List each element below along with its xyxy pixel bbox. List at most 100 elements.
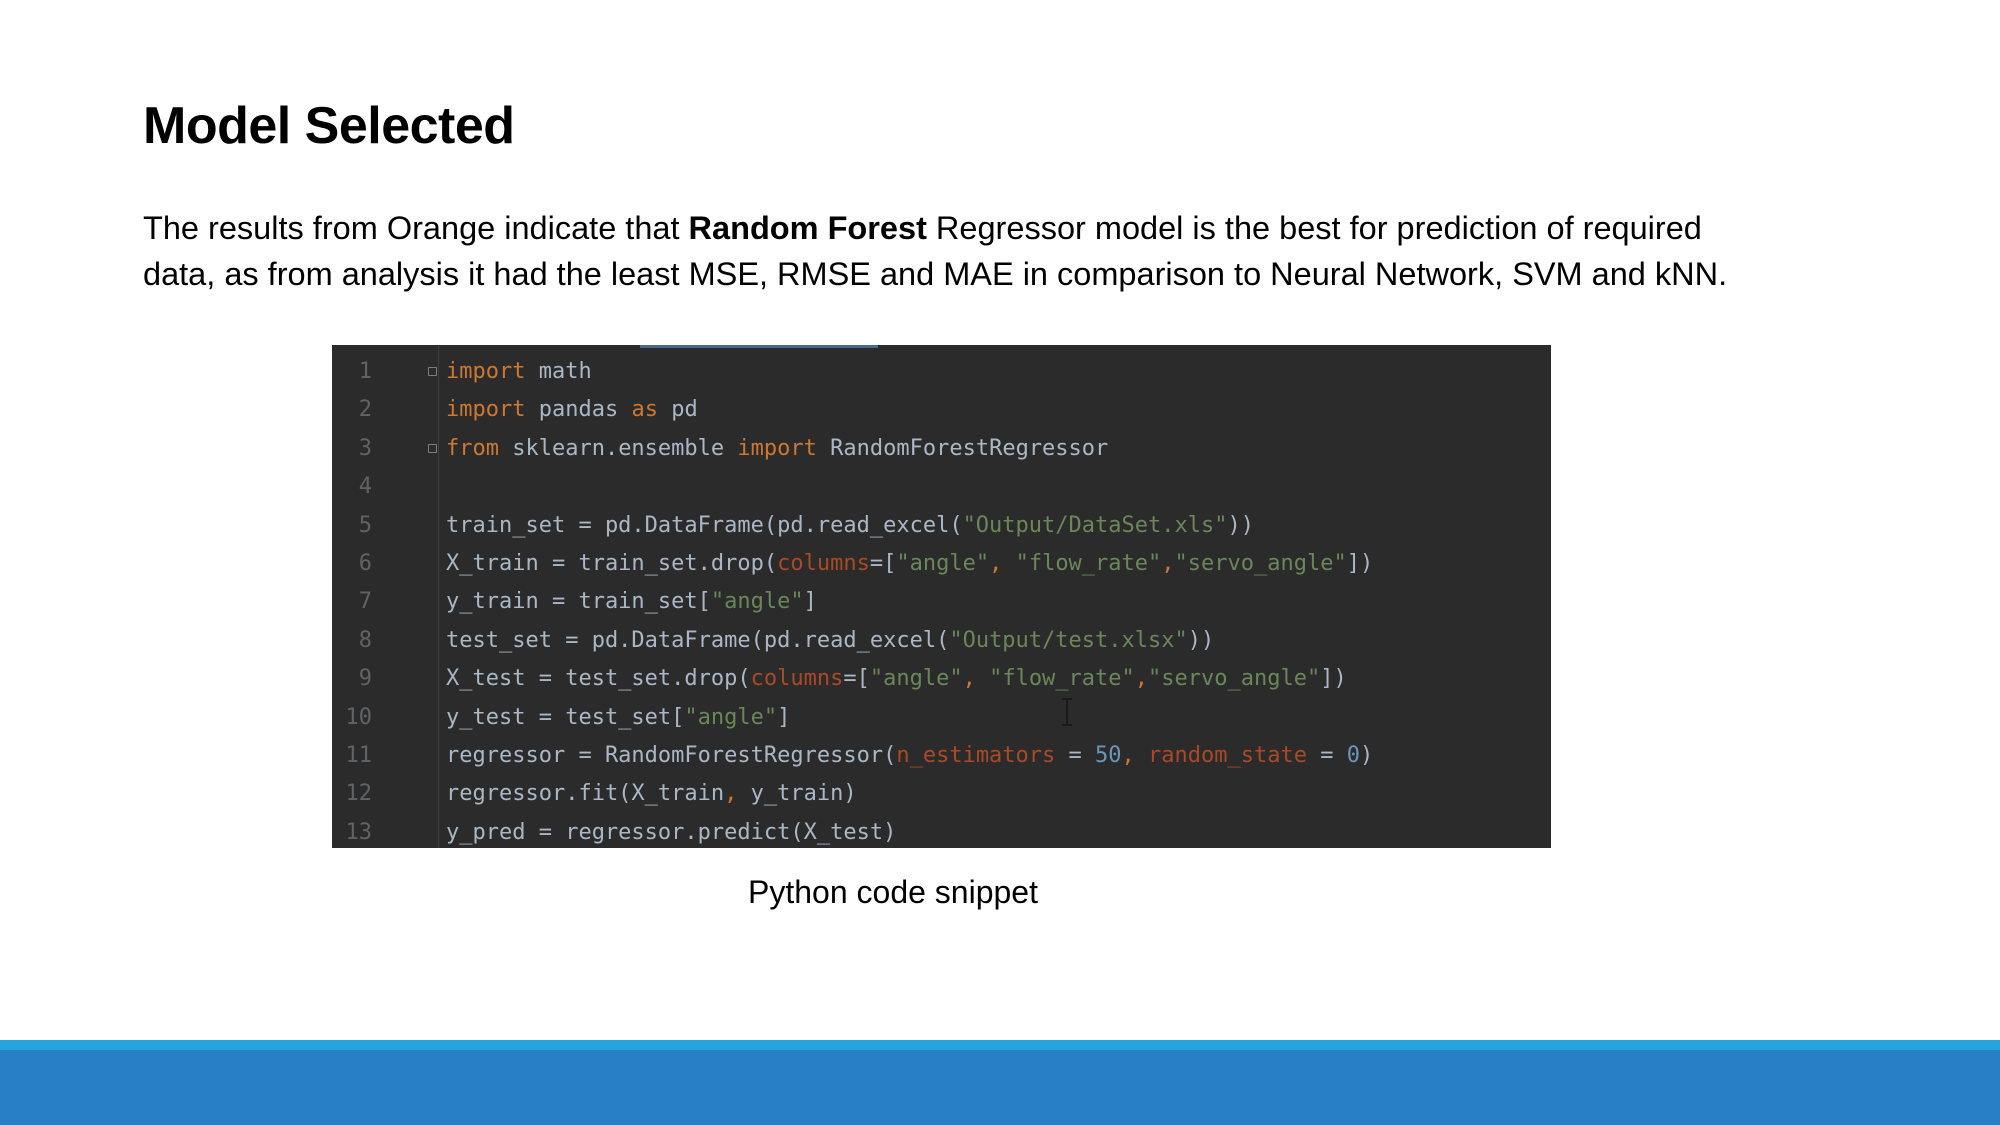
code-line: 2 import pandas as pd (332, 391, 1551, 429)
code-token: ] (777, 704, 791, 730)
code-token: ) (1360, 743, 1374, 768)
code-line: 7 y_train = train_set["angle"] (332, 583, 1551, 621)
code-token: RandomForestRegressor (816, 435, 1109, 461)
code-token: columns (777, 551, 870, 576)
body-text-part: The results from Orange indicate that (143, 210, 689, 246)
code-token: "angle" (710, 589, 804, 615)
code-text: y_train = train_set["angle"] (446, 583, 817, 621)
code-text: import math (446, 353, 592, 391)
code-token: ]) (1346, 551, 1374, 576)
fold-marker-icon[interactable] (428, 367, 437, 376)
code-token: X_train = train_set.drop( (446, 551, 778, 576)
code-token: 50 (1095, 743, 1122, 768)
code-line: 12 regressor.fit(X_train, y_train) (332, 775, 1551, 813)
line-number: 5 (358, 512, 372, 538)
line-number: 13 (345, 819, 373, 845)
code-token: pandas (525, 397, 632, 423)
code-token: = (1055, 743, 1096, 768)
code-line: 11 regressor = RandomForestRegressor(n_es… (332, 737, 1551, 775)
code-screenshot: 1 import math 2 import pandas as pd 3 from sk… (332, 345, 1551, 848)
code-token: "flow_rate" (1015, 551, 1162, 576)
slide-body-text: The results from Orange indicate that Ra… (143, 205, 1943, 297)
code-line: 10 y_test = test_set["angle"] (332, 699, 1551, 737)
code-line: 6 X_train = train_set.drop(columns=["angl… (332, 545, 1551, 583)
code-token: train_set = pd.DataFrame(pd.read_excel( (446, 512, 963, 538)
code-token: , (724, 781, 751, 807)
editor-tab-indicator (640, 345, 878, 348)
code-text: X_test = test_set.drop(columns=["angle",… (446, 660, 1347, 698)
code-token: math (525, 359, 592, 384)
code-token: = (1307, 743, 1347, 768)
code-token: y_test = test_set[ (446, 704, 685, 730)
code-token: as (631, 397, 658, 423)
line-number: 11 (345, 743, 373, 768)
code-text: y_test = test_set["angle"] (446, 699, 790, 737)
code-token: import (737, 435, 817, 461)
code-token: )) (1227, 512, 1254, 538)
line-number: 2 (358, 397, 372, 423)
code-token: , (1161, 551, 1175, 576)
code-token: ]) (1320, 666, 1347, 692)
code-token: import (446, 359, 526, 384)
code-text: from sklearn.ensemble import RandomFores… (446, 430, 1108, 468)
code-token: "flow_rate" (989, 666, 1135, 692)
code-token: regressor = RandomForestRegressor( (446, 743, 897, 768)
code-token: from (446, 435, 499, 461)
code-token: import (446, 397, 526, 423)
body-text-line: data, as from analysis it had the least … (143, 256, 1728, 292)
code-token: "Output/DataSet.xls" (962, 512, 1228, 538)
footer-accent-stripe (0, 1040, 2000, 1050)
code-token: =[ (843, 666, 870, 692)
code-line: 1 import math (332, 353, 1551, 391)
line-number: 7 (358, 589, 372, 615)
text-cursor-icon (1062, 698, 1072, 726)
code-text: y_pred = regressor.predict(X_test) (446, 814, 896, 848)
code-token: pd (657, 397, 698, 423)
code-line: 5 train_set = pd.DataFrame(pd.read_excel(… (332, 507, 1551, 545)
code-token: =[ (869, 551, 897, 576)
code-text: test_set = pd.DataFrame(pd.read_excel("O… (446, 622, 1214, 660)
code-line: 3 from sklearn.ensemble import RandomFore… (332, 430, 1551, 468)
body-text-bold: Random Forest (688, 210, 927, 246)
code-token: y_train) (750, 781, 857, 807)
line-number: 4 (358, 474, 372, 500)
line-number: 6 (358, 551, 372, 576)
body-text-part: Regressor model is the best for predicti… (926, 210, 1702, 246)
line-number: 3 (358, 435, 372, 461)
slide-title: Model Selected (143, 97, 515, 155)
code-token: "servo_angle" (1174, 551, 1347, 576)
code-line: 4 (332, 468, 1551, 506)
fold-marker-icon[interactable] (428, 443, 437, 453)
line-number: 1 (358, 359, 372, 384)
code-token: )) (1187, 627, 1215, 653)
figure-caption: Python code snippet (748, 874, 1038, 910)
code-token: , (1134, 666, 1149, 692)
code-text: regressor = RandomForestRegressor(n_esti… (446, 737, 1373, 775)
footer-bar (0, 1050, 2000, 1125)
code-token: y_pred = regressor.predict(X_test) (446, 819, 897, 845)
code-line: 13 y_pred = regressor.predict(X_test) (332, 814, 1551, 848)
code-token: n_estimators (896, 743, 1056, 768)
code-text: X_train = train_set.drop(columns=["angle… (446, 545, 1373, 583)
code-token: random_state (1148, 743, 1307, 768)
code-line: 9 X_test = test_set.drop(columns=["angle"… (332, 660, 1551, 698)
code-token: "angle" (684, 704, 778, 730)
code-token: "servo_angle" (1148, 666, 1321, 692)
code-token: , (962, 666, 990, 692)
line-number: 9 (358, 666, 372, 692)
code-line: 8 test_set = pd.DataFrame(pd.read_excel("… (332, 622, 1551, 660)
code-token: "angle" (896, 551, 990, 576)
code-token: y_train = train_set[ (446, 589, 711, 615)
code-token: 0 (1346, 743, 1360, 768)
code-text: import pandas as pd (446, 391, 698, 429)
code-token: , (1121, 743, 1149, 768)
code-token: test_set = pd.DataFrame(pd.read_excel( (446, 627, 950, 653)
code-text: train_set = pd.DataFrame(pd.read_excel("… (446, 507, 1254, 545)
code-token: X_test = test_set.drop( (446, 666, 751, 692)
code-token: regressor.fit(X_train (446, 781, 725, 807)
line-number: 10 (345, 704, 373, 730)
code-token: , (989, 551, 1016, 576)
code-text: regressor.fit(X_train, y_train) (446, 775, 857, 813)
code-token: "angle" (869, 666, 963, 692)
code-token: "Output/test.xlsx" (949, 627, 1188, 653)
